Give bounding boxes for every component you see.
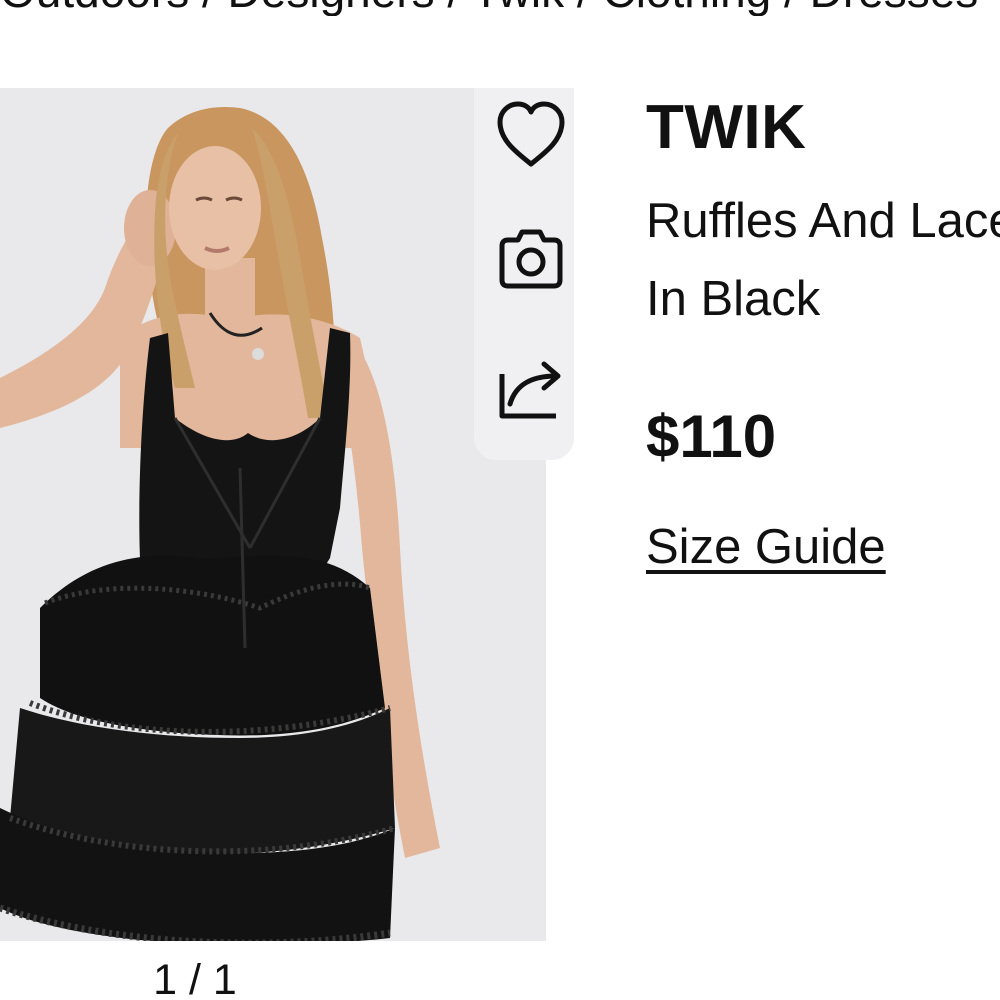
product-title-line-2: In Black	[646, 272, 821, 326]
product-title: Ruffles And Lace Dress In Black	[646, 182, 1000, 338]
image-pager: 1 / 1	[153, 956, 237, 1000]
share-button[interactable]	[486, 340, 576, 430]
brand-name[interactable]: TWIK	[646, 93, 806, 163]
heart-icon	[497, 101, 565, 167]
share-icon	[499, 361, 561, 419]
product-action-rail	[474, 88, 574, 460]
camera-icon	[499, 229, 563, 289]
size-guide-link[interactable]: Size Guide	[646, 516, 886, 578]
product-title-line-1: Ruffles And Lace Dress	[646, 194, 1000, 248]
wishlist-button[interactable]	[486, 88, 576, 178]
product-image[interactable]	[0, 88, 546, 941]
product-price: $110	[646, 403, 777, 470]
photo-search-button[interactable]	[486, 214, 576, 304]
breadcrumb[interactable]: Outdoors / Designers / Twik / Clothing /…	[0, 0, 1000, 16]
